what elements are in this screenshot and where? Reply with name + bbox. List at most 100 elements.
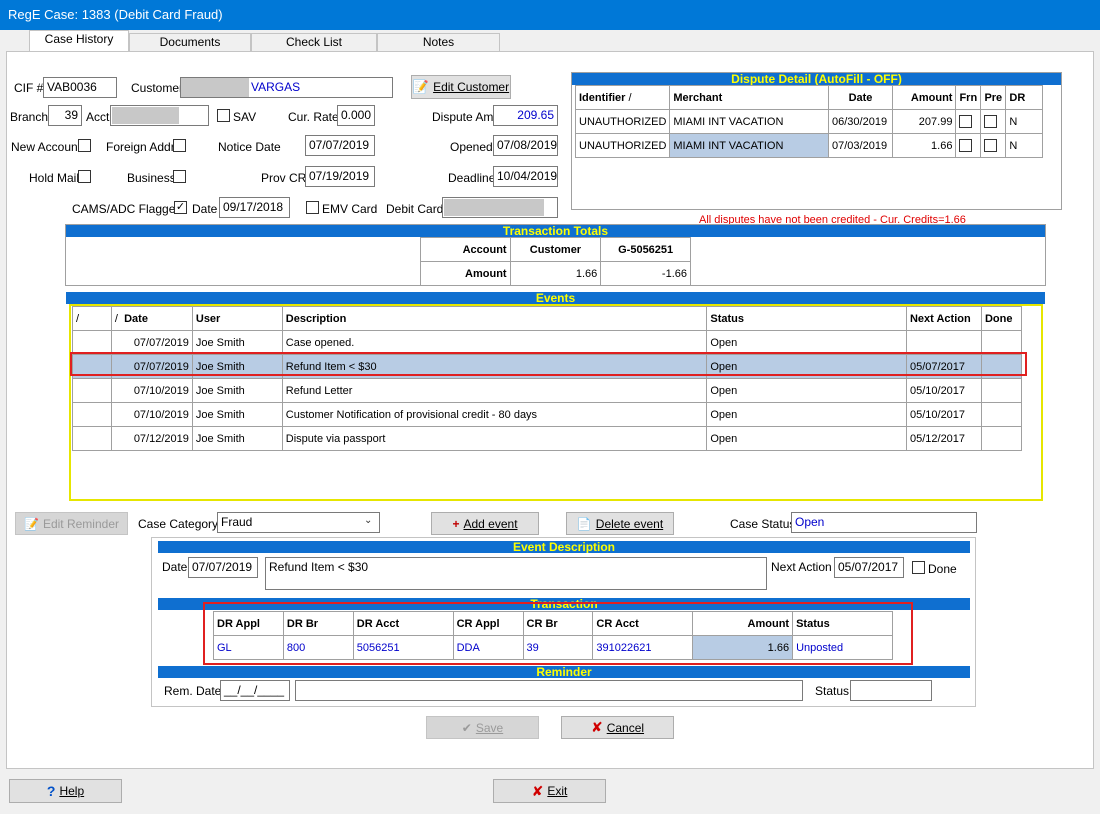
selected-event-highlight: [70, 352, 1027, 376]
pre-checkbox[interactable]: [984, 115, 998, 128]
table-row[interactable]: 07/12/2019 Joe Smith Dispute via passpor…: [72, 426, 1023, 451]
deadline-label: Deadline: [448, 171, 496, 185]
table-row[interactable]: UNAUTHORIZED MIAMI INT VACATION 06/30/20…: [574, 109, 1043, 134]
column-header-status[interactable]: Status: [706, 306, 907, 331]
opened-label: Opened: [450, 140, 493, 154]
edit-reminder-button[interactable]: 📝 Edit Reminder: [15, 512, 128, 535]
column-header-selector[interactable]: /: [72, 306, 112, 331]
tab-label: Notes: [422, 35, 455, 49]
frn-checkbox[interactable]: [959, 139, 973, 152]
cams-date-label: Date: [192, 202, 218, 216]
branch-field[interactable]: 39: [48, 105, 82, 126]
notice-date-label: Notice Date: [218, 140, 281, 154]
reminder-header: Reminder: [158, 666, 970, 678]
table-row[interactable]: UNAUTHORIZED MIAMI INT VACATION 07/03/20…: [574, 133, 1043, 158]
save-label: Save: [475, 720, 504, 735]
cams-checkbox[interactable]: ✓: [174, 201, 187, 214]
column-header-description[interactable]: Description: [281, 306, 708, 331]
column-header-identifier[interactable]: Identifier /: [574, 85, 671, 110]
case-status-label: Case Status: [730, 517, 796, 531]
tab-notes[interactable]: Notes: [377, 33, 500, 51]
new-account-checkbox[interactable]: [78, 139, 91, 152]
done-checkbox[interactable]: [912, 561, 925, 574]
emv-card-checkbox[interactable]: [306, 201, 319, 214]
column-header-dr[interactable]: DR: [1005, 85, 1043, 110]
cams-date-field[interactable]: 09/17/2018: [219, 197, 290, 218]
pre-checkbox[interactable]: [984, 139, 998, 152]
business-checkbox[interactable]: [173, 170, 186, 183]
sav-checkbox[interactable]: [217, 109, 230, 122]
save-button[interactable]: ✔ Save: [426, 716, 539, 739]
window-title-bar: RegE Case: 1383 (Debit Card Fraud): [0, 0, 1100, 30]
foreign-addr-checkbox[interactable]: [173, 139, 186, 152]
sort-indicator-icon: /: [628, 91, 632, 104]
column-header-frn[interactable]: Frn: [955, 85, 982, 110]
emv-card-label: EMV Card: [322, 202, 378, 216]
cif-field[interactable]: VAB0036: [43, 77, 117, 98]
reminder-text-field[interactable]: [295, 680, 803, 701]
opened-field[interactable]: 07/08/2019: [493, 135, 558, 156]
tab-case-history[interactable]: Case History: [29, 30, 129, 51]
cell-status: Open: [706, 426, 907, 451]
table-row[interactable]: 07/10/2019 Joe Smith Refund Letter Open …: [72, 378, 1023, 403]
case-category-value: Fraud: [221, 515, 253, 529]
tab-check-list[interactable]: Check List: [251, 33, 377, 51]
frn-checkbox[interactable]: [959, 115, 973, 128]
next-action-field[interactable]: 05/07/2017: [834, 557, 904, 578]
case-status-field[interactable]: Open: [791, 512, 977, 533]
cur-rate-field[interactable]: 0.000: [337, 105, 375, 126]
done-label: Done: [928, 562, 957, 576]
cell-date: 06/30/2019: [828, 109, 893, 134]
table-row[interactable]: 07/07/2019 Joe Smith Case opened. Open: [72, 330, 1023, 355]
cell-selector: [72, 426, 112, 451]
column-header-date[interactable]: / Date: [110, 306, 193, 331]
cell-date: 07/10/2019: [110, 378, 193, 403]
cell-selector: [72, 330, 112, 355]
tab-documents[interactable]: Documents: [129, 33, 251, 51]
column-header-date[interactable]: Date: [828, 85, 893, 110]
edit-customer-icon: 📝: [412, 79, 430, 94]
hold-mail-checkbox[interactable]: [78, 170, 91, 183]
dispute-amt-field[interactable]: 209.65: [493, 105, 558, 126]
cell-amount: 207.99: [891, 109, 957, 134]
exit-button[interactable]: ✘ Exit: [493, 779, 606, 803]
cell-user: Joe Smith: [191, 378, 283, 403]
deadline-field[interactable]: 10/04/2019: [493, 166, 558, 187]
cell-next-action: 05/10/2017: [905, 402, 982, 427]
reminder-status-label: Status: [815, 684, 850, 698]
cell-user: Joe Smith: [191, 330, 283, 355]
totals-header-customer: Customer: [509, 237, 602, 262]
event-date-field[interactable]: 07/07/2019: [188, 557, 258, 578]
chevron-down-icon[interactable]: ⌄: [364, 515, 372, 526]
add-event-button[interactable]: + Add event: [431, 512, 539, 535]
column-header-merchant[interactable]: Merchant: [669, 85, 830, 110]
rem-date-field[interactable]: __/__/____: [220, 680, 290, 701]
cancel-button[interactable]: ✘ Cancel: [561, 716, 674, 739]
notice-date-field[interactable]: 07/07/2019: [305, 135, 375, 156]
cell-done: [980, 402, 1023, 427]
edit-customer-button[interactable]: 📝 Edit Customer: [411, 75, 511, 99]
event-description-field[interactable]: Refund Item < $30: [265, 557, 767, 590]
table-row[interactable]: 07/10/2019 Joe Smith Customer Notificati…: [72, 402, 1023, 427]
redacted-block: [444, 199, 544, 216]
cell-status: Open: [706, 402, 907, 427]
column-header-user[interactable]: User: [191, 306, 283, 331]
column-header-pre[interactable]: Pre: [980, 85, 1007, 110]
tab-label: Check List: [285, 35, 343, 49]
dispute-detail-table: Identifier / Merchant Date Amount Frn Pr…: [574, 85, 1043, 158]
case-category-select[interactable]: Fraud: [217, 512, 380, 533]
reminder-status-field[interactable]: [850, 680, 932, 701]
cell-identifier: UNAUTHORIZED: [574, 109, 671, 134]
cell-date: 07/07/2019: [110, 330, 193, 355]
cell-next-action: 05/10/2017: [905, 378, 982, 403]
tab-label: Case History: [44, 32, 114, 46]
column-header-amount[interactable]: Amount: [891, 85, 957, 110]
column-header-done[interactable]: Done: [980, 306, 1023, 331]
next-action-label: Next Action: [771, 560, 832, 574]
column-header-next-action[interactable]: Next Action: [905, 306, 982, 331]
help-button[interactable]: ? Help: [9, 779, 122, 803]
prov-cr-field[interactable]: 07/19/2019: [305, 166, 375, 187]
delete-event-label: Delete event: [595, 516, 664, 531]
cell-identifier: UNAUTHORIZED: [574, 133, 671, 158]
delete-event-button[interactable]: 📄 Delete event: [566, 512, 674, 535]
